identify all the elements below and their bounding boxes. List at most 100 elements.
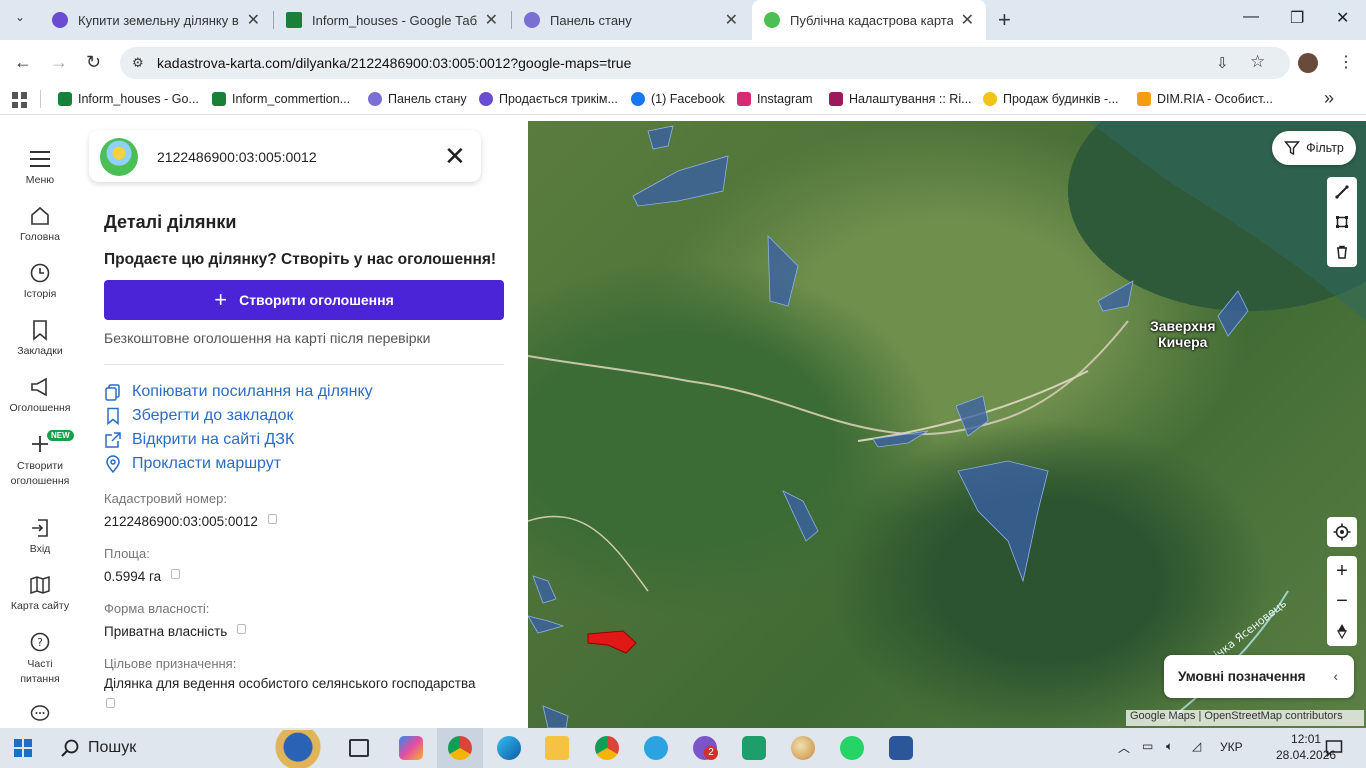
- rail-history[interactable]: Історія: [0, 262, 80, 300]
- network-icon[interactable]: ▭: [1142, 739, 1153, 753]
- paint-icon[interactable]: [791, 736, 815, 760]
- restore-window-icon[interactable]: ❐: [1290, 8, 1304, 28]
- bookmark-nalashtuvannya[interactable]: Налаштування :: Ri...: [829, 92, 972, 106]
- login-icon: [32, 519, 48, 537]
- site-icon: [983, 92, 997, 106]
- more-bookmarks-icon[interactable]: »: [1324, 88, 1334, 109]
- close-tab-icon[interactable]: ✕: [725, 10, 738, 30]
- field-text: Приватна власність: [104, 624, 228, 639]
- file-explorer-icon[interactable]: [545, 736, 569, 760]
- news-24-icon[interactable]: [742, 736, 766, 760]
- site-info-icon[interactable]: ⚙: [132, 55, 144, 71]
- filter-button[interactable]: Фільтр: [1272, 131, 1356, 165]
- rail-faq[interactable]: ? Часті питання: [0, 631, 80, 687]
- close-tab-icon[interactable]: ✕: [247, 10, 260, 30]
- site-icon: [479, 92, 493, 106]
- legend-panel[interactable]: Умовні позначення ‹: [1164, 655, 1354, 698]
- profile-avatar[interactable]: [1298, 53, 1318, 73]
- bookmark-star-icon[interactable]: ☆: [1250, 52, 1265, 72]
- rail-login[interactable]: Вхід: [0, 517, 80, 555]
- bookmark-instagram[interactable]: Instagram: [737, 92, 813, 106]
- install-app-icon[interactable]: ⇩: [1216, 54, 1229, 72]
- ownership-label: Форма власності:: [104, 601, 210, 616]
- bookmark-label: Inform_commertion...: [232, 92, 351, 106]
- whatsapp-icon[interactable]: [840, 736, 864, 760]
- chrome-icon[interactable]: [595, 736, 619, 760]
- locate-me-button[interactable]: [1327, 517, 1357, 547]
- copy-icon[interactable]: [106, 698, 115, 708]
- apps-grid-icon[interactable]: [12, 92, 28, 108]
- forward-icon[interactable]: →: [50, 52, 68, 73]
- taskbar-search[interactable]: Пошук: [88, 739, 136, 757]
- tab-panel-stanu[interactable]: Панель стану ✕: [512, 0, 750, 40]
- copy-icon[interactable]: [267, 514, 277, 524]
- polygon-icon: [1336, 216, 1348, 228]
- close-window-icon[interactable]: ✕: [1336, 8, 1349, 28]
- rail-sitemap[interactable]: Карта сайту: [0, 574, 80, 612]
- rail-bookmarks[interactable]: Закладки: [0, 319, 80, 357]
- bookmark-panel-stanu[interactable]: Панель стану: [368, 92, 467, 106]
- task-view-icon[interactable]: [349, 739, 369, 757]
- reset-north-button[interactable]: [1327, 616, 1357, 646]
- search-highlight-image[interactable]: [266, 730, 330, 768]
- copy-link-action[interactable]: Копіювати посилання на ділянку: [104, 383, 373, 401]
- search-icon[interactable]: [60, 738, 80, 758]
- delete-drawing-tool[interactable]: [1327, 237, 1357, 267]
- rail-home[interactable]: Головна: [0, 205, 80, 243]
- new-tab-button[interactable]: +: [998, 7, 1011, 33]
- megaphone-icon: [31, 377, 47, 397]
- bookmark-icon: [107, 407, 119, 425]
- map-overlay: річка Ясеновець: [528, 121, 1366, 728]
- route-action[interactable]: Прокласти маршрут: [104, 455, 281, 473]
- tab-inform-houses[interactable]: Inform_houses - Google Табли ✕: [274, 0, 510, 40]
- parcel-shape: [528, 615, 565, 634]
- volume-icon[interactable]: 🔈︎: [1166, 739, 1173, 754]
- tab-kupyty[interactable]: Купити земельну ділянку в Іва ✕: [40, 0, 272, 40]
- trash-icon: [1337, 245, 1347, 259]
- bookmark-inform-houses[interactable]: Inform_houses - Go...: [58, 92, 199, 106]
- measure-line-tool[interactable]: [1327, 177, 1357, 207]
- url-text[interactable]: kadastrova-karta.com/dilyanka/2122486900…: [157, 55, 631, 71]
- copy-icon[interactable]: [237, 624, 247, 634]
- notifications-icon[interactable]: [1325, 739, 1343, 757]
- rail-create-listing[interactable]: Створити оголошення: [0, 433, 80, 489]
- telegram-icon[interactable]: [644, 736, 668, 760]
- back-icon[interactable]: ←: [14, 52, 32, 73]
- copy-icon[interactable]: [171, 569, 181, 579]
- chevron-up-icon[interactable]: ︿: [1118, 739, 1130, 756]
- browser-menu-icon[interactable]: ⋮: [1338, 52, 1354, 72]
- open-dzk-action[interactable]: Відкрити на сайті ДЗК: [104, 431, 294, 449]
- satellite-map[interactable]: річка Ясеновець: [528, 121, 1366, 728]
- tab-kadastrova-karta[interactable]: Публічна кадастрова карта Укр ✕: [752, 0, 986, 40]
- rail-menu[interactable]: Меню: [0, 148, 80, 186]
- bookmark-inform-commertion[interactable]: Inform_commertion...: [212, 92, 350, 106]
- chrome-profile-icon[interactable]: [448, 736, 472, 760]
- zoom-in-button[interactable]: +: [1327, 556, 1357, 586]
- reload-icon[interactable]: ↻: [86, 52, 101, 73]
- language-indicator[interactable]: УКР: [1220, 740, 1243, 754]
- tab-list-dropdown[interactable]: ⌄: [10, 10, 30, 30]
- bookmark-prodayetsya[interactable]: Продається трикім...: [479, 92, 618, 106]
- draw-area-tool[interactable]: [1327, 207, 1357, 237]
- create-listing-button[interactable]: + Створити оголошення: [104, 280, 504, 320]
- windows-start-icon[interactable]: [14, 739, 32, 757]
- save-bookmark-action[interactable]: Зберегти до закладок: [104, 407, 293, 425]
- close-icon[interactable]: ✕: [444, 143, 466, 169]
- close-tab-icon[interactable]: ✕: [961, 10, 974, 30]
- zoom-out-button[interactable]: −: [1327, 586, 1357, 616]
- bookmark-facebook[interactable]: (1) Facebook: [631, 92, 725, 106]
- chat-icon[interactable]: [30, 705, 50, 723]
- minimize-window-icon[interactable]: —: [1243, 8, 1259, 26]
- word-icon[interactable]: [889, 736, 913, 760]
- bookmark-dim-ria[interactable]: DIM.RIA - Особист...: [1137, 92, 1273, 106]
- selected-parcel[interactable]: [587, 630, 637, 654]
- bookmark-prodazh-budynkiv[interactable]: Продаж будинків -...: [983, 92, 1119, 106]
- tab-title: Публічна кадастрова карта Укр: [790, 12, 953, 28]
- rail-listings[interactable]: Оголошення: [0, 376, 80, 414]
- wifi-icon[interactable]: ◿: [1192, 739, 1201, 753]
- search-input[interactable]: 2122486900:03:005:0012: [157, 149, 317, 165]
- parcel-shape: [1097, 280, 1134, 312]
- close-tab-icon[interactable]: ✕: [485, 10, 498, 30]
- copilot-icon[interactable]: [399, 736, 423, 760]
- edge-icon[interactable]: [497, 736, 521, 760]
